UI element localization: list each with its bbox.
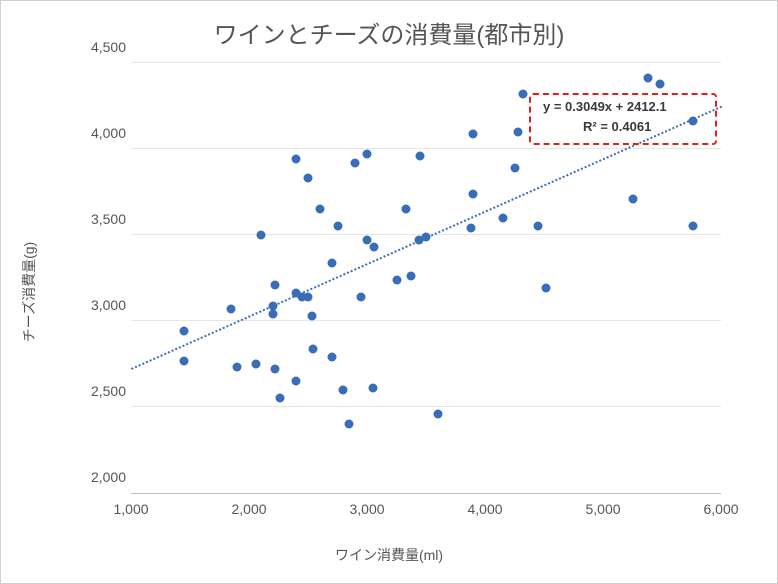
x-tick-label: 4,000 [467,501,502,517]
trendline-equation: y = 0.3049x + 2412.1 [543,99,667,114]
data-point [268,310,277,319]
data-point [233,363,242,372]
plot-area: 2,0002,5003,0003,5004,0004,5001,0002,000… [131,63,721,494]
data-point [392,275,401,284]
data-point [688,222,697,231]
data-point [514,127,523,136]
x-tick-label: 6,000 [703,501,738,517]
data-point [327,353,336,362]
trendline-r2: R² = 0.4061 [583,119,651,134]
data-point [227,304,236,313]
gridline [131,406,721,407]
data-point [370,243,379,252]
y-tick-label: 4,000 [76,125,126,141]
data-point [308,344,317,353]
data-point [469,129,478,138]
x-tick-label: 2,000 [231,501,266,517]
y-tick-label: 2,000 [76,469,126,485]
data-point [339,385,348,394]
data-point [401,205,410,214]
x-tick-label: 5,000 [585,501,620,517]
gridline [131,148,721,149]
data-point [510,163,519,172]
data-point [518,89,527,98]
data-point [292,377,301,386]
data-point [628,194,637,203]
data-point [345,420,354,429]
data-point [534,222,543,231]
data-point [333,222,342,231]
gridline [131,62,721,63]
data-point [406,272,415,281]
x-tick-label: 1,000 [113,501,148,517]
data-point [180,356,189,365]
data-point [327,258,336,267]
data-point [292,155,301,164]
x-tick-label: 3,000 [349,501,384,517]
data-point [643,74,652,83]
data-point [315,205,324,214]
data-point [422,232,431,241]
data-point [307,311,316,320]
data-point [363,150,372,159]
data-point [180,327,189,336]
data-point [270,365,279,374]
data-point [357,292,366,301]
gridline [131,320,721,321]
data-point [433,409,442,418]
chart-container: ワインとチーズの消費量(都市別) チーズ消費量(g) 2,0002,5003,0… [0,0,778,584]
data-point [466,224,475,233]
data-point [469,189,478,198]
data-point [270,280,279,289]
data-point [655,79,664,88]
y-tick-label: 3,500 [76,211,126,227]
y-tick-label: 4,500 [76,39,126,55]
data-point [351,158,360,167]
y-tick-label: 2,500 [76,383,126,399]
data-point [256,231,265,240]
data-point [416,151,425,160]
data-point [304,174,313,183]
data-point [368,384,377,393]
data-point [275,394,284,403]
data-point [542,284,551,293]
data-point [498,213,507,222]
y-tick-label: 3,000 [76,297,126,313]
data-point [304,292,313,301]
y-axis-label: チーズ消費量(g) [19,242,39,342]
x-axis-label: ワイン消費量(ml) [335,545,443,565]
data-point [252,360,261,369]
